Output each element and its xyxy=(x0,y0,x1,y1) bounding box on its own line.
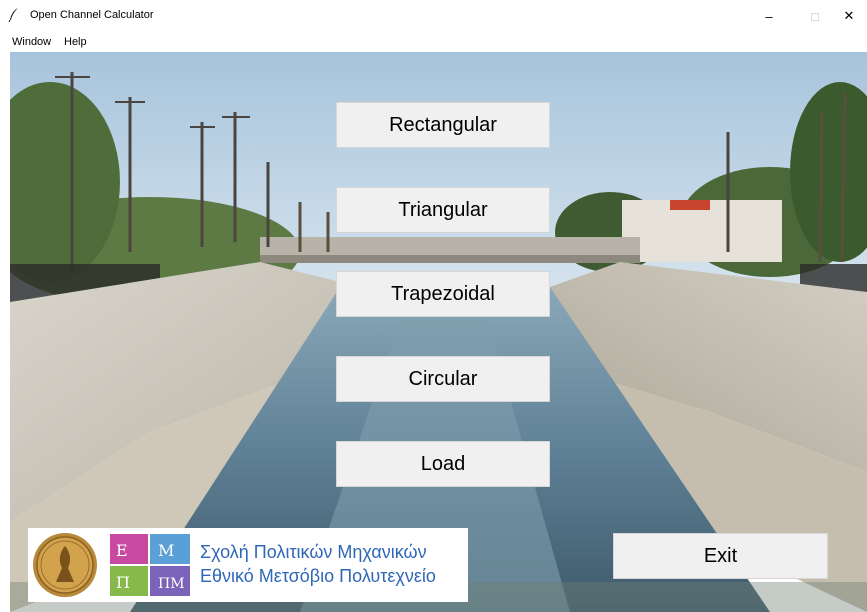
university-logo: Ε Μ Π ΠΜ Σχολή Πολιτικών Μηχανικών Εθνικ… xyxy=(28,528,468,602)
menu-bar: Window Help xyxy=(0,32,867,52)
logo-text: Σχολή Πολιτικών Μηχανικών Εθνικό Μετσόβι… xyxy=(200,540,436,588)
logo-line-1: Σχολή Πολιτικών Μηχανικών xyxy=(200,542,427,562)
department-logo-icon: Ε Μ Π ΠΜ xyxy=(110,534,190,596)
title-bar: Open Channel Calculator – □ ✕ xyxy=(0,0,867,32)
ntua-seal-icon xyxy=(33,533,97,597)
rectangular-button[interactable]: Rectangular xyxy=(336,102,550,148)
menu-help[interactable]: Help xyxy=(64,36,87,48)
main-content: Rectangular Triangular Trapezoidal Circu… xyxy=(10,52,867,612)
load-button[interactable]: Load xyxy=(336,441,550,487)
svg-text:ΠΜ: ΠΜ xyxy=(158,576,185,592)
trapezoidal-button[interactable]: Trapezoidal xyxy=(336,271,550,317)
menu-window[interactable]: Window xyxy=(12,36,51,48)
app-window: Open Channel Calculator – □ ✕ Window Hel… xyxy=(0,0,867,612)
close-button[interactable]: ✕ xyxy=(826,0,867,32)
svg-text:Μ: Μ xyxy=(158,541,174,560)
svg-text:Ε: Ε xyxy=(116,541,128,560)
minimize-button[interactable]: – xyxy=(746,0,792,32)
logo-line-2: Εθνικό Μετσόβιο Πολυτεχνείο xyxy=(200,566,436,586)
triangular-button[interactable]: Triangular xyxy=(336,187,550,233)
window-title: Open Channel Calculator xyxy=(30,9,154,21)
svg-text:Π: Π xyxy=(116,573,130,592)
exit-button[interactable]: Exit xyxy=(613,533,828,579)
feather-icon xyxy=(8,8,18,22)
circular-button[interactable]: Circular xyxy=(336,356,550,402)
